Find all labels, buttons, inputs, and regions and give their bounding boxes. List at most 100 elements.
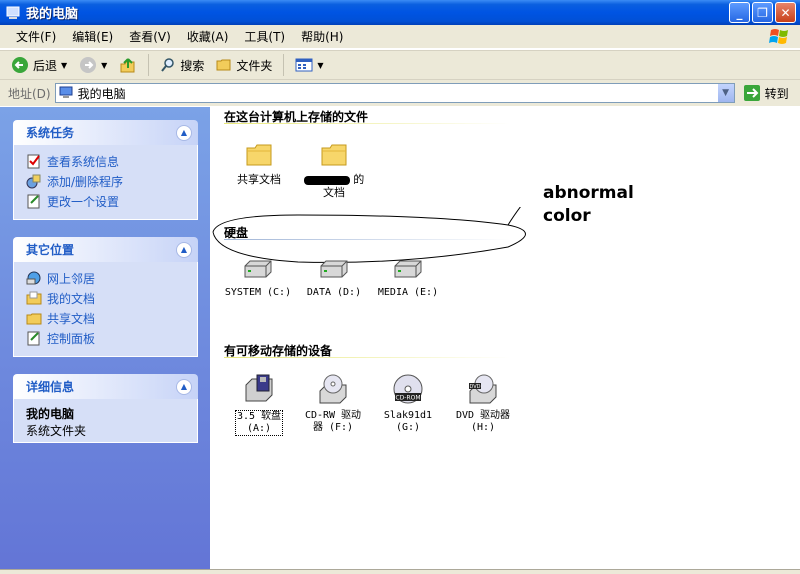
task-label: 更改一个设置 xyxy=(47,194,120,209)
cd-rom-icon: CD-ROM xyxy=(393,374,423,404)
task-label: 添加/删除程序 xyxy=(47,174,124,189)
title-bar: 我的电脑 _ ❐ ✕ xyxy=(0,0,800,25)
menu-tools[interactable]: 工具(T) xyxy=(236,28,293,45)
item-label-line2: 器 (F:) xyxy=(312,422,354,433)
go-label: 转到 xyxy=(764,86,789,101)
menu-favorites[interactable]: 收藏(A) xyxy=(179,28,237,45)
item-label-line2: (A:) xyxy=(246,423,272,434)
system-info-icon xyxy=(27,154,40,169)
file-list-view: 在这台计算机上存储的文件 共享文档 的 文档 硬盘 SYSTEM (C:) DA… xyxy=(210,107,800,569)
task-add-remove-programs[interactable]: 添加/删除程序 xyxy=(26,171,189,191)
folder-icon xyxy=(246,144,272,166)
other-places-title: 其它位置 xyxy=(26,243,75,257)
back-button[interactable]: 后退 ▼ xyxy=(8,53,70,77)
address-label: 地址(D) xyxy=(8,86,51,101)
item-label: Slak91d1 (G:) xyxy=(368,410,448,434)
forward-dropdown-icon[interactable]: ▼ xyxy=(101,61,107,70)
task-change-setting[interactable]: 更改一个设置 xyxy=(26,191,189,211)
other-places-header[interactable]: 其它位置 ▲ xyxy=(13,237,198,262)
folders-icon xyxy=(216,59,231,71)
place-my-documents[interactable]: 我的文档 xyxy=(26,288,189,308)
toolbar-separator xyxy=(148,54,150,76)
up-folder-icon xyxy=(120,58,135,73)
details-panel: 详细信息 ▲ 我的电脑 系统文件夹 xyxy=(13,374,198,443)
menu-help[interactable]: 帮助(H) xyxy=(293,28,351,45)
views-dropdown-icon[interactable]: ▼ xyxy=(317,61,323,70)
annotation-text: abnormal color xyxy=(543,182,634,228)
folders-button[interactable]: 文件夹 xyxy=(213,53,275,77)
place-network[interactable]: 网上邻居 xyxy=(26,268,189,288)
menu-edit[interactable]: 编辑(E) xyxy=(64,28,121,45)
item-label: MEDIA (E:) xyxy=(377,287,439,298)
removable-section-header: 有可移动存储的设备 xyxy=(224,342,510,359)
cdrw-drive-item[interactable]: CD-RW 驱动 器 (F:) xyxy=(293,373,373,434)
dvd-icon: DVD xyxy=(469,374,497,404)
item-label: 的 文档 xyxy=(294,173,374,199)
collapse-icon[interactable]: ▲ xyxy=(176,124,192,141)
back-icon xyxy=(12,57,28,73)
computer-icon xyxy=(59,86,73,98)
menu-bar: 文件(F) 编辑(E) 查看(V) 收藏(A) 工具(T) 帮助(H) xyxy=(0,25,800,49)
search-icon xyxy=(161,58,175,72)
views-button[interactable]: ▼ xyxy=(292,53,326,77)
cdrom-drive-item[interactable]: CD-ROM Slak91d1 (G:) xyxy=(368,373,448,434)
redacted-username xyxy=(303,175,350,185)
window-title: 我的电脑 xyxy=(26,7,79,22)
place-control-panel[interactable]: 控制面板 xyxy=(26,328,189,348)
annotation-line2: color xyxy=(543,206,591,226)
shared-documents-item[interactable]: 共享文档 xyxy=(219,142,299,186)
menu-view[interactable]: 查看(V) xyxy=(121,28,179,45)
address-dropdown-icon[interactable]: ▼ xyxy=(716,84,734,102)
place-shared-documents[interactable]: 共享文档 xyxy=(26,308,189,328)
svg-text:CD-ROM: CD-ROM xyxy=(395,395,420,402)
item-label: CD-RW 驱动 器 (F:) xyxy=(293,410,373,434)
item-label-line1: CD-RW 驱动 xyxy=(304,410,362,421)
address-bar: 地址(D) 我的电脑 ▼ 转到 xyxy=(0,80,800,106)
item-label: 共享文档 xyxy=(237,173,281,186)
back-dropdown-icon[interactable]: ▼ xyxy=(61,61,67,70)
item-label-line2: 文档 xyxy=(323,186,345,199)
item-label-line2: (H:) xyxy=(470,422,496,433)
details-name: 我的电脑 xyxy=(26,407,75,421)
forward-button[interactable]: ▼ xyxy=(76,53,110,77)
drive-d-item[interactable]: DATA (D:) xyxy=(294,258,374,299)
collapse-icon[interactable]: ▲ xyxy=(176,241,192,258)
floppy-drive-item[interactable]: 3.5 软盘 (A:) xyxy=(219,373,299,436)
place-label: 我的文档 xyxy=(47,291,96,306)
item-label: SYSTEM (C:) xyxy=(224,287,292,298)
folder-icon xyxy=(321,144,347,166)
network-icon xyxy=(26,271,41,285)
item-label-line2: (G:) xyxy=(395,422,421,433)
close-button[interactable]: ✕ xyxy=(775,2,796,23)
selection-box: 3.5 软盘 (A:) xyxy=(234,410,284,436)
item-label-line1: 3.5 软盘 xyxy=(236,411,282,422)
drive-e-item[interactable]: MEDIA (E:) xyxy=(368,258,448,299)
minimize-button[interactable]: _ xyxy=(729,2,750,23)
menu-file[interactable]: 文件(F) xyxy=(8,28,64,45)
cd-drive-icon xyxy=(319,374,347,404)
user-documents-item[interactable]: 的 文档 xyxy=(294,142,374,199)
dvd-drive-item[interactable]: DVD DVD 驱动器 (H:) xyxy=(443,373,523,434)
my-documents-icon xyxy=(26,291,42,305)
add-remove-programs-icon xyxy=(26,174,41,189)
place-label: 网上邻居 xyxy=(47,271,96,286)
go-button[interactable]: 转到 xyxy=(743,84,789,102)
drive-c-item[interactable]: SYSTEM (C:) xyxy=(218,258,298,299)
other-places-panel: 其它位置 ▲ 网上邻居 我的文档 共享文档 控制面板 xyxy=(13,237,198,357)
views-icon xyxy=(295,58,313,72)
system-tasks-header[interactable]: 系统任务 ▲ xyxy=(13,120,198,145)
item-label-line1: 的 xyxy=(353,173,365,186)
up-button[interactable] xyxy=(116,53,140,77)
item-label-line1: DVD 驱动器 xyxy=(455,410,511,421)
control-panel-icon xyxy=(27,194,40,209)
address-field[interactable]: 我的电脑 ▼ xyxy=(54,83,735,103)
task-view-system-info[interactable]: 查看系统信息 xyxy=(26,151,189,171)
item-label: 3.5 软盘 (A:) xyxy=(219,410,299,436)
maximize-button[interactable]: ❐ xyxy=(752,2,773,23)
details-header[interactable]: 详细信息 ▲ xyxy=(13,374,198,399)
collapse-icon[interactable]: ▲ xyxy=(176,378,192,395)
place-label: 共享文档 xyxy=(47,311,96,326)
task-pane: 系统任务 ▲ 查看系统信息 添加/删除程序 更改一个设置 其它位置 ▲ 网上邻居… xyxy=(0,107,210,569)
search-button[interactable]: 搜索 xyxy=(157,53,207,77)
search-label: 搜索 xyxy=(180,58,205,73)
